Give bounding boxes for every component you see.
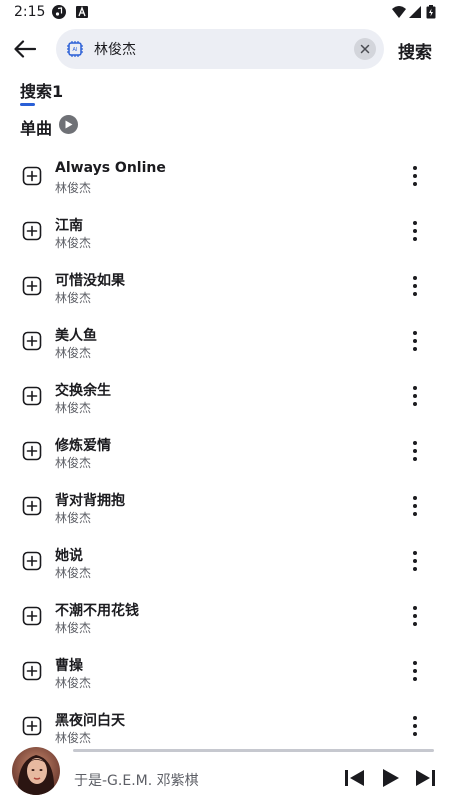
- song-title: 美人鱼: [55, 328, 97, 344]
- now-playing-title[interactable]: 于是-G.E.M. 邓紫棋: [74, 770, 199, 790]
- add-to-playlist-icon[interactable]: [22, 661, 42, 681]
- add-to-playlist-icon[interactable]: [22, 496, 42, 516]
- song-artist: 林俊杰: [55, 236, 92, 250]
- song-title: 她说: [55, 548, 83, 564]
- play-all-button[interactable]: [59, 115, 78, 134]
- cell-signal-icon: [409, 6, 421, 18]
- song-list[interactable]: Always Online 林俊杰 江南 林俊杰 可惜没如果 林俊杰 美人鱼 林俊杰 交换余生林…: [0, 148, 450, 744]
- song-row[interactable]: 不潮不用花钱 林俊杰: [0, 588, 450, 643]
- more-options-icon[interactable]: [404, 164, 426, 188]
- song-artist: 林俊杰: [55, 621, 92, 635]
- song-artist: 林俊杰: [55, 346, 92, 360]
- song-title: 黑夜问白天: [55, 713, 125, 729]
- add-to-playlist-icon[interactable]: [22, 276, 42, 296]
- arrow-left-icon: [14, 40, 36, 58]
- add-to-playlist-icon[interactable]: [22, 221, 42, 241]
- song-row[interactable]: 背对背拥抱 林俊杰: [0, 478, 450, 533]
- section-title-songs: 单曲: [20, 119, 53, 138]
- close-icon: [360, 44, 370, 54]
- song-title: 可惜没如果: [55, 273, 125, 289]
- song-title: 修炼爱情: [55, 438, 111, 454]
- battery-icon: [426, 5, 436, 19]
- more-options-icon[interactable]: [404, 659, 426, 683]
- more-options-icon[interactable]: [404, 274, 426, 298]
- search-box[interactable]: AI: [56, 29, 384, 69]
- song-row[interactable]: 可惜没如果 林俊杰: [0, 258, 450, 313]
- song-title: 背对背拥抱: [55, 493, 125, 509]
- play-icon[interactable]: [380, 768, 402, 788]
- wifi-icon: [392, 6, 406, 18]
- song-row[interactable]: 交换余生 林俊杰: [0, 368, 450, 423]
- tab-search-1[interactable]: 搜索1: [20, 78, 63, 102]
- song-row[interactable]: 曹操 林俊杰: [0, 643, 450, 698]
- more-options-icon[interactable]: [404, 219, 426, 243]
- more-options-icon[interactable]: [404, 714, 426, 738]
- song-artist: 林俊杰: [55, 676, 92, 690]
- mini-player: 于是-G.E.M. 邓紫棋: [0, 744, 450, 800]
- search-button[interactable]: 搜索: [398, 38, 432, 63]
- add-to-playlist-icon[interactable]: [22, 166, 42, 186]
- add-to-playlist-icon[interactable]: [22, 441, 42, 461]
- song-artist: 林俊杰: [55, 456, 92, 470]
- add-to-playlist-icon[interactable]: [22, 606, 42, 626]
- add-to-playlist-icon[interactable]: [22, 551, 42, 571]
- status-time: 2:15: [14, 4, 46, 20]
- song-artist: 林俊杰: [55, 731, 92, 744]
- song-row[interactable]: Always Online 林俊杰: [0, 148, 450, 203]
- song-row[interactable]: 黑夜问白天 林俊杰: [0, 698, 450, 744]
- song-title: 交换余生: [55, 383, 111, 399]
- album-cover-image: [12, 747, 60, 795]
- more-options-icon[interactable]: [404, 329, 426, 353]
- more-options-icon[interactable]: [404, 384, 426, 408]
- svg-text:AI: AI: [73, 47, 78, 53]
- song-row[interactable]: 她说 林俊杰: [0, 533, 450, 588]
- music-note-icon: [52, 5, 66, 19]
- song-row[interactable]: 修炼爱情 林俊杰: [0, 423, 450, 478]
- song-title: 江南: [55, 218, 83, 234]
- skip-next-icon[interactable]: [414, 768, 436, 788]
- font-a-icon: [76, 6, 88, 18]
- more-options-icon[interactable]: [404, 494, 426, 518]
- more-options-icon[interactable]: [404, 439, 426, 463]
- more-options-icon[interactable]: [404, 549, 426, 573]
- tab-indicator: [20, 103, 35, 106]
- song-row[interactable]: 美人鱼 林俊杰: [0, 313, 450, 368]
- add-to-playlist-icon[interactable]: [22, 716, 42, 736]
- search-input[interactable]: [94, 29, 344, 69]
- song-row[interactable]: 江南 林俊杰: [0, 203, 450, 258]
- song-artist: 林俊杰: [55, 181, 92, 195]
- song-artist: 林俊杰: [55, 291, 92, 305]
- song-artist: 林俊杰: [55, 566, 92, 580]
- play-icon: [65, 120, 72, 129]
- back-button[interactable]: [10, 36, 40, 62]
- song-title: 曹操: [55, 658, 83, 674]
- more-options-icon[interactable]: [404, 604, 426, 628]
- add-to-playlist-icon[interactable]: [22, 331, 42, 351]
- status-bar: 2:15: [0, 0, 450, 26]
- song-title: Always Online: [55, 160, 166, 176]
- skip-previous-icon[interactable]: [344, 768, 366, 788]
- add-to-playlist-icon[interactable]: [22, 386, 42, 406]
- song-artist: 林俊杰: [55, 401, 92, 415]
- song-title: 不潮不用花钱: [55, 603, 139, 619]
- progress-bar[interactable]: [73, 749, 434, 752]
- ai-chip-icon: AI: [67, 41, 83, 57]
- album-art[interactable]: [12, 747, 60, 795]
- clear-search-button[interactable]: [354, 38, 376, 60]
- song-artist: 林俊杰: [55, 511, 92, 525]
